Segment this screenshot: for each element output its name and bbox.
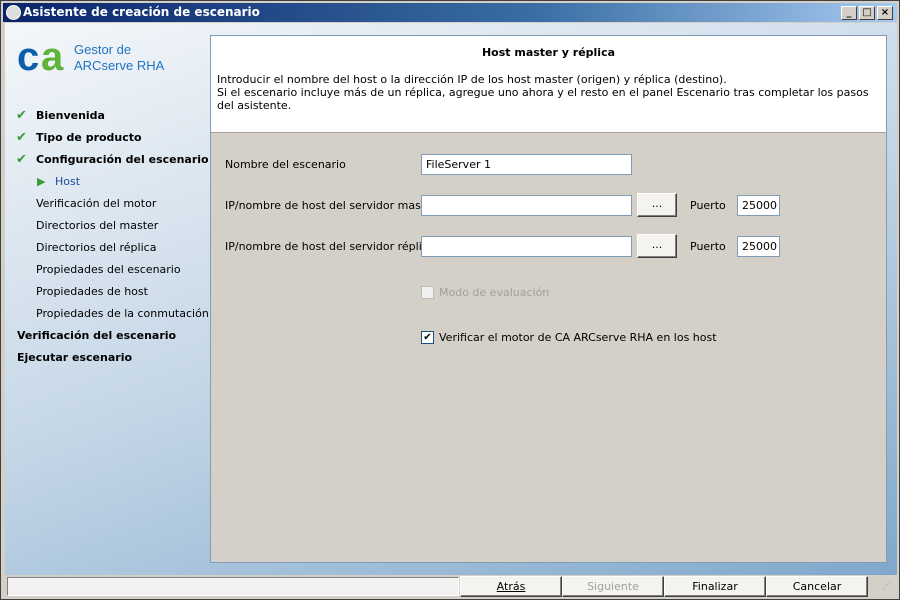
wizard-step: ▶ Host xyxy=(37,173,81,191)
wizard-step-label: Ejecutar escenario xyxy=(17,351,133,364)
evaluation-mode-checkbox[interactable] xyxy=(421,286,434,299)
wizard-step: ✔ Configuración del escenario xyxy=(16,151,209,169)
close-button[interactable]: × xyxy=(877,6,893,20)
replica-host-input[interactable] xyxy=(421,236,632,257)
title-bar: Asistente de creación de escenario _ □ × xyxy=(3,3,897,22)
ca-logo-icon: c a xyxy=(17,40,68,74)
client-area: c a Gestor de ARCserve RHA ✔ Bienvenida ✔ Ti… xyxy=(5,23,897,575)
wizard-step: Verificación del escenario xyxy=(17,327,176,345)
product-name: Gestor de ARCserve RHA xyxy=(74,42,165,73)
back-button[interactable]: Atrás xyxy=(460,576,562,597)
verify-engine-checkbox[interactable]: ✔ xyxy=(421,331,434,344)
wizard-step: ✔ Bienvenida xyxy=(16,107,105,125)
resize-grip-icon[interactable]: ⋰ xyxy=(882,581,891,591)
description-2: Si el escenario incluye más de un réplic… xyxy=(217,86,869,112)
master-host-input[interactable] xyxy=(421,195,632,216)
current-step-arrow-icon: ▶ xyxy=(37,175,46,188)
page-title: Host master y réplica xyxy=(481,46,616,59)
wizard-step-label: Propiedades de host xyxy=(36,285,148,298)
wizard-step: Propiedades del escenario xyxy=(36,261,181,279)
scenario-name-label: Nombre del escenario xyxy=(225,158,346,171)
wizard-step: Directorios del master xyxy=(36,217,158,235)
wizard-step-label: Tipo de producto xyxy=(36,131,142,144)
replica-host-label: IP/nombre de host del servidor réplica xyxy=(225,240,435,253)
replica-browse-button[interactable]: ... xyxy=(637,234,677,258)
scenario-name-input[interactable]: FileServer 1 xyxy=(421,154,632,175)
master-port-label: Puerto xyxy=(690,199,726,212)
replica-port-input[interactable]: 25000 xyxy=(737,236,780,257)
maximize-button[interactable]: □ xyxy=(859,6,875,20)
wizard-step-label: Verificación del escenario xyxy=(17,329,177,342)
svg-text:a: a xyxy=(41,40,64,74)
replica-port-label: Puerto xyxy=(690,240,726,253)
cancel-button[interactable]: Cancelar xyxy=(766,576,868,597)
wizard-step-label: Verificación del motor xyxy=(36,197,157,210)
wizard-step-label: Configuración del escenario xyxy=(36,153,209,166)
wizard-step-label: Bienvenida xyxy=(36,109,105,122)
app-icon xyxy=(6,5,21,20)
verify-engine-label: Verificar el motor de CA ARCserve RHA en… xyxy=(439,331,717,344)
wizard-step: Propiedades de la conmutación xyxy=(36,305,209,323)
wizard-step-label: Propiedades de la conmutación xyxy=(36,307,209,320)
status-field xyxy=(7,577,459,596)
master-browse-button[interactable]: ... xyxy=(637,193,677,217)
wizard-step: Directorios del réplica xyxy=(36,239,156,257)
window-title: Asistente de creación de escenario xyxy=(23,5,260,19)
wizard-step-label: Propiedades del escenario xyxy=(36,263,181,276)
master-host-label: IP/nombre de host del servidor master xyxy=(225,199,437,212)
checkmark-icon: ✔ xyxy=(16,152,27,167)
evaluation-mode-label: Modo de evaluación xyxy=(439,286,550,299)
svg-text:c: c xyxy=(17,40,39,74)
master-port-input[interactable]: 25000 xyxy=(737,195,780,216)
checkmark-icon: ✔ xyxy=(16,108,27,123)
wizard-step-label: Directorios del master xyxy=(36,219,159,232)
description-1: Introducir el nombre del host o la direc… xyxy=(217,73,727,86)
next-button: Siguiente xyxy=(562,576,664,597)
wizard-step: Verificación del motor xyxy=(36,195,156,213)
minimize-button[interactable]: _ xyxy=(841,6,857,20)
wizard-window: Asistente de creación de escenario _ □ ×… xyxy=(0,0,900,600)
wizard-step-label: Directorios del réplica xyxy=(36,241,157,254)
wizard-step: Ejecutar escenario xyxy=(17,349,132,367)
wizard-step: ✔ Tipo de producto xyxy=(16,129,142,147)
wizard-step: Propiedades de host xyxy=(36,283,148,301)
finish-button[interactable]: Finalizar xyxy=(664,576,766,597)
content-panel: Host master y réplica Introducir el nomb… xyxy=(210,35,887,563)
wizard-step-label: Host xyxy=(55,175,81,188)
checkmark-icon: ✔ xyxy=(16,130,27,145)
footer-bar: Atrás Siguiente Finalizar Cancelar ⋰ xyxy=(5,575,897,597)
